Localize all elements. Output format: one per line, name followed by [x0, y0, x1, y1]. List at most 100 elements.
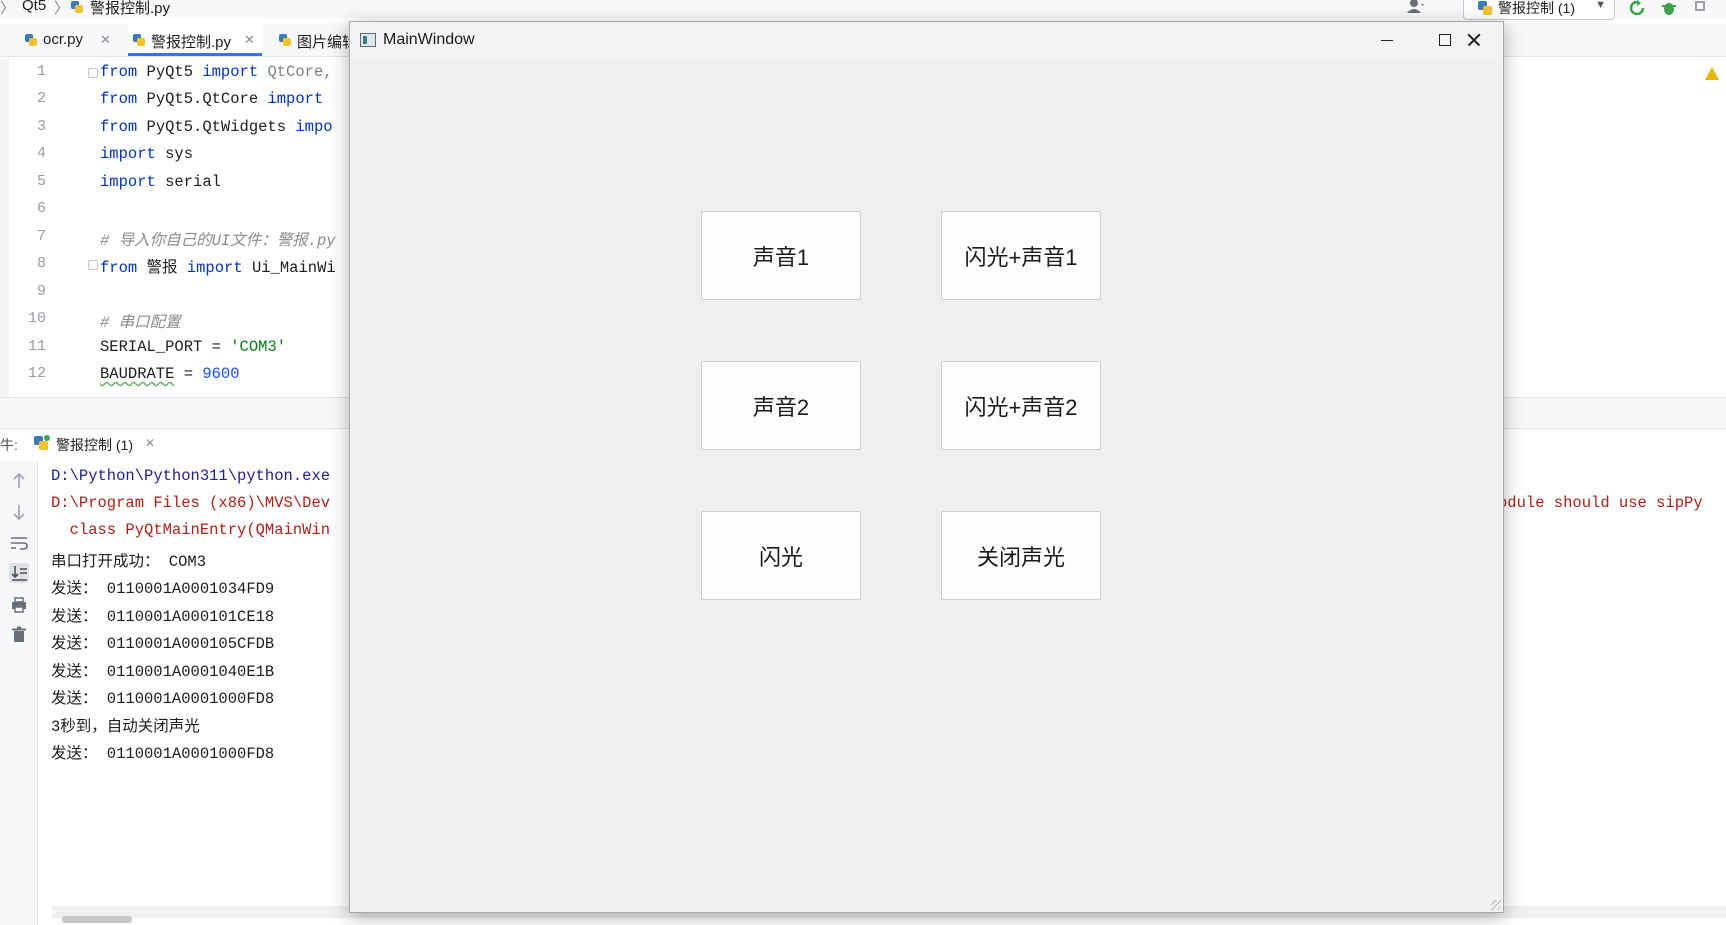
line-number: 1: [36, 63, 46, 80]
code-token: # 导入你自己的UI文件：警报.py: [100, 232, 336, 250]
line-number: 4: [36, 145, 46, 162]
stop-sound-light-button[interactable]: 关闭声光: [941, 511, 1101, 600]
console-line: D:\Program Files (x86)\MVS\Dev: [51, 494, 331, 512]
console-line: 串口打开成功： COM3: [51, 553, 207, 571]
flash-button[interactable]: 闪光: [701, 511, 861, 600]
code-token: import: [267, 90, 324, 108]
scrollbar-thumb[interactable]: [62, 916, 132, 923]
line-number: 2: [36, 90, 46, 107]
python-file-icon: [25, 34, 37, 46]
fold-marker-icon[interactable]: [88, 260, 98, 270]
line-number: 9: [36, 283, 46, 300]
chevron-down-icon: ▼: [1595, 0, 1606, 11]
code-token: from: [100, 63, 147, 81]
run-config-label: 警报控制 (1): [1498, 0, 1575, 16]
flash-sound2-button[interactable]: 闪光+声音2: [941, 361, 1101, 450]
code-token: BAUDRATE: [100, 365, 175, 383]
run-tab-label: 警报控制 (1): [56, 437, 133, 453]
console-line: 发送： 0110001A0001000FD8: [51, 690, 275, 708]
code-token: 警报: [146, 259, 187, 277]
code-token: SERIAL_PORT =: [100, 338, 231, 356]
arrow-down-icon[interactable]: [9, 502, 29, 522]
scroll-to-end-icon[interactable]: [9, 563, 29, 583]
code-token: serial: [165, 173, 221, 191]
trash-icon[interactable]: [9, 625, 29, 645]
console-line: 发送： 0110001A0001034FD9: [51, 580, 275, 598]
code-line: # 导入你自己的UI文件：警报.py: [100, 228, 336, 250]
sound1-button[interactable]: 声音1: [701, 211, 861, 300]
code-token: from: [100, 259, 147, 277]
sound2-button[interactable]: 声音2: [701, 361, 861, 450]
minimize-button[interactable]: [1357, 22, 1415, 58]
code-line: from PyQt5.QtCore import: [100, 90, 323, 108]
navigation-bar: 〉 Qt5 〉 警报控制.py 警报控制 (1) ▼: [0, 0, 1726, 20]
line-number: 7: [36, 228, 46, 245]
breadcrumb-project[interactable]: Qt5: [22, 0, 46, 14]
window-title: MainWindow: [383, 31, 475, 48]
line-number: 11: [27, 338, 46, 355]
code-line: BAUDRATE = 9600: [100, 365, 240, 383]
line-number: 6: [36, 200, 46, 217]
console-toolbar: [0, 461, 38, 925]
warning-icon[interactable]: [1705, 67, 1719, 80]
code-token: import: [100, 173, 166, 191]
code-line: # 串口配置: [100, 310, 181, 332]
code-token: sys: [165, 145, 194, 163]
app-window-icon: [360, 33, 376, 47]
window-titlebar[interactable]: MainWindow: [350, 22, 1503, 58]
line-number: 3: [36, 118, 46, 135]
tab-label: ocr.py: [43, 31, 84, 48]
python-run-icon: [34, 435, 50, 450]
flash-sound1-button[interactable]: 闪光+声音1: [941, 211, 1101, 300]
breadcrumb-separator: 〉: [54, 0, 70, 17]
close-tab-icon[interactable]: ✕: [145, 436, 155, 450]
code-token: from: [100, 90, 147, 108]
code-token: 9600: [202, 365, 240, 383]
code-token: from: [100, 118, 147, 136]
console-line: 发送： 0110001A0001000FD8: [51, 745, 275, 763]
python-file-icon: [1478, 1, 1492, 15]
debug-icon[interactable]: [1660, 0, 1678, 16]
run-config-selector[interactable]: 警报控制 (1) ▼: [1463, 0, 1615, 20]
tab-alarm-control[interactable]: 警报控制.py ✕: [128, 23, 262, 56]
console-line: 发送： 0110001A000101CE18: [51, 608, 275, 626]
tab-ocr[interactable]: ocr.py ✕: [20, 23, 116, 56]
code-token: # 串口配置: [100, 314, 181, 332]
resize-grip-icon[interactable]: [1491, 900, 1501, 910]
code-token: 'COM3': [230, 338, 287, 356]
coverage-icon[interactable]: [1692, 0, 1710, 16]
user-icon[interactable]: [1407, 0, 1425, 14]
code-token: import: [202, 63, 268, 81]
code-token: =: [174, 365, 203, 383]
project-panel-strip: [0, 57, 9, 397]
print-icon[interactable]: [9, 595, 29, 615]
close-tab-icon[interactable]: ✕: [244, 32, 255, 48]
close-tab-icon[interactable]: ✕: [100, 32, 111, 48]
code-token: QtCore,: [267, 63, 333, 81]
code-token: impo: [295, 118, 333, 136]
close-button[interactable]: [1445, 22, 1503, 58]
breadcrumb-file[interactable]: 警报控制.py: [90, 0, 170, 18]
console-line-overflow: odule should use sipPy: [1498, 494, 1703, 512]
code-line: from PyQt5.QtWidgets impo: [100, 118, 333, 136]
tab-image-edit[interactable]: 图片编辑: [274, 23, 354, 56]
console-line: 3秒到，自动关闭声光: [51, 718, 200, 736]
console-line: 发送： 0110001A000105CFDB: [51, 635, 275, 653]
code-token: PyQt5: [146, 63, 203, 81]
soft-wrap-icon[interactable]: [9, 533, 29, 553]
code-token: PyQt5.QtWidgets: [146, 118, 296, 136]
rerun-icon[interactable]: [1628, 0, 1646, 16]
code-token: import: [186, 259, 252, 277]
arrow-up-icon[interactable]: [9, 471, 29, 491]
code-token: PyQt5.QtCore: [146, 90, 268, 108]
run-panel-title: 牛:: [0, 437, 18, 453]
code-token: import: [100, 145, 166, 163]
fold-marker-icon[interactable]: [88, 68, 98, 78]
code-token: Ui_MainWi: [251, 259, 336, 277]
tab-label: 图片编辑: [297, 34, 354, 51]
line-number: 10: [27, 310, 46, 327]
line-number: 8: [36, 255, 46, 272]
code-line: SERIAL_PORT = 'COM3': [100, 338, 286, 356]
code-line: from 警报 import Ui_MainWi: [100, 255, 336, 277]
console-line: 发送： 0110001A0001040E1B: [51, 663, 275, 681]
